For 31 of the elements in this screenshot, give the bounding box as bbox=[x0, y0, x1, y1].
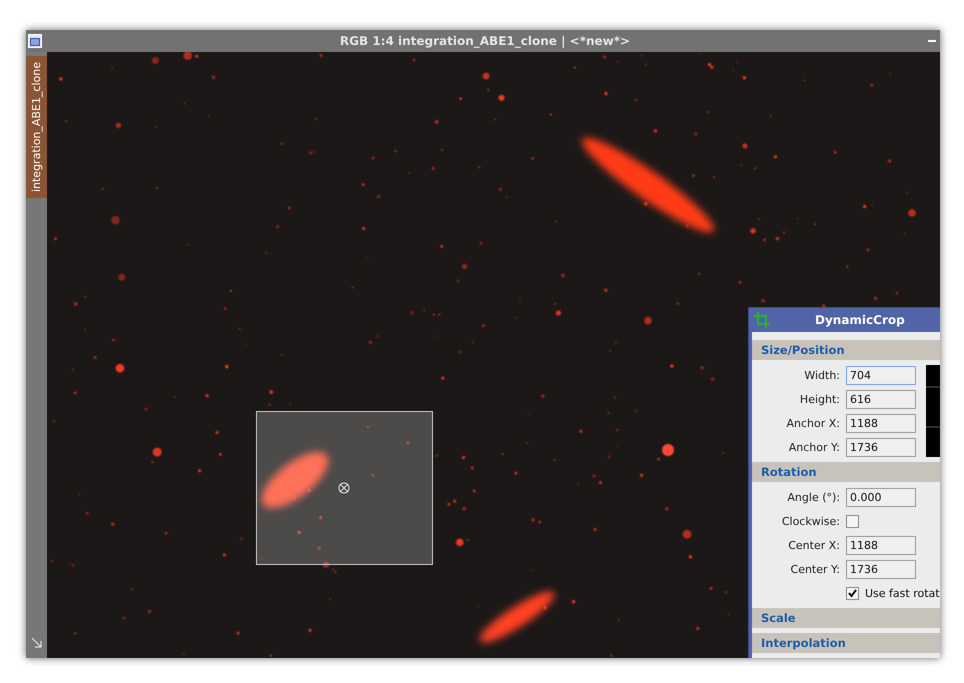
section-header[interactable]: Rotation bbox=[752, 462, 940, 482]
input-field[interactable]: 1188 bbox=[846, 414, 916, 433]
field-label: Angle (°): bbox=[786, 491, 840, 504]
input-field[interactable]: 704 bbox=[846, 366, 916, 385]
crop-rectangle[interactable] bbox=[256, 411, 433, 565]
input-field[interactable]: 0.000 bbox=[846, 488, 916, 507]
section-header[interactable]: Scale bbox=[752, 608, 940, 628]
window-icon[interactable] bbox=[28, 34, 42, 48]
checkbox[interactable] bbox=[846, 515, 859, 528]
image-tab[interactable]: integration_ABE1_clone bbox=[26, 56, 47, 198]
arrow-icon[interactable] bbox=[31, 637, 42, 648]
galaxy bbox=[262, 452, 328, 508]
field-label: Anchor X: bbox=[785, 417, 840, 430]
input-field[interactable]: 1736 bbox=[846, 438, 916, 457]
field-label: Height: bbox=[798, 393, 840, 406]
field-label: Center X: bbox=[787, 539, 840, 552]
input-field[interactable]: 616 bbox=[846, 390, 916, 409]
input-field[interactable]: 1188 bbox=[846, 536, 916, 555]
section-header[interactable]: Interpolation bbox=[752, 633, 940, 653]
input-field[interactable]: 1736 bbox=[846, 560, 916, 579]
checkbox-label: Use fast rotat bbox=[865, 587, 940, 600]
window-title: RGB 1:4 integration_ABE1_clone | <*new*> bbox=[338, 34, 632, 48]
crosshair-icon[interactable] bbox=[338, 482, 350, 494]
panel-title: DynamicCrop bbox=[815, 313, 905, 327]
field-label: Clockwise: bbox=[780, 515, 840, 528]
crop-icon bbox=[754, 312, 770, 328]
checkbox[interactable] bbox=[846, 587, 859, 600]
section-header[interactable]: Size/Position bbox=[752, 340, 940, 360]
field-label: Width: bbox=[803, 369, 840, 382]
field-label: Anchor Y: bbox=[788, 441, 840, 454]
field-label: Center Y: bbox=[790, 563, 840, 576]
